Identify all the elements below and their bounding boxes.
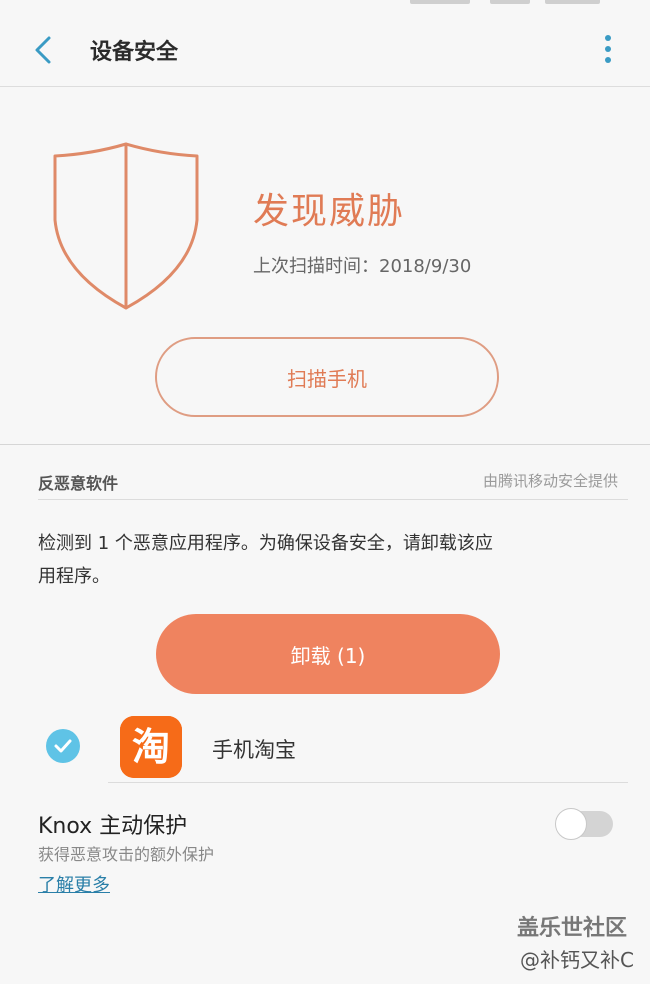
scan-phone-button[interactable]: 扫描手机 — [155, 337, 499, 417]
page-title: 设备安全 — [90, 40, 179, 65]
security-status-panel: 发现威胁 上次扫描时间：2018/9/30 扫描手机 — [0, 87, 650, 444]
divider — [0, 444, 650, 445]
taobao-app-icon: 淘 — [120, 716, 182, 778]
learn-more-link[interactable]: 了解更多 — [38, 871, 110, 897]
watermark-brand: 盖乐世社区 — [517, 916, 628, 941]
chevron-left-icon — [35, 36, 51, 64]
threat-status-title: 发现威胁 — [253, 191, 406, 232]
knox-protection-title: Knox 主动保护 — [38, 814, 188, 839]
last-scan-time: 上次扫描时间：2018/9/30 — [253, 256, 472, 277]
divider — [38, 499, 628, 500]
divider — [108, 782, 628, 783]
more-options-button[interactable] — [598, 32, 618, 68]
more-vertical-icon — [605, 35, 611, 63]
knox-protection-toggle[interactable] — [555, 808, 613, 840]
status-bar — [0, 0, 650, 10]
uninstall-button[interactable]: 卸载 (1) — [156, 614, 500, 694]
taobao-logo-glyph: 淘 — [132, 725, 170, 769]
back-button[interactable] — [26, 32, 62, 68]
toggle-knob — [555, 808, 587, 840]
app-select-checkbox[interactable] — [46, 729, 80, 763]
malware-description: 检测到 1 个恶意应用程序。为确保设备安全，请卸载该应用程序。 — [38, 533, 493, 587]
knox-protection-subtitle: 获得恶意攻击的额外保护 — [38, 845, 215, 864]
shield-icon — [53, 142, 199, 310]
watermark-user: @补钙又补C — [520, 948, 634, 972]
section-title-antimalware: 反恶意软件 — [38, 474, 119, 493]
checkmark-icon — [54, 739, 72, 753]
app-bar: 设备安全 — [0, 10, 650, 87]
app-name: 手机淘宝 — [212, 738, 296, 762]
list-item[interactable]: 淘 手机淘宝 — [0, 708, 650, 784]
provider-label: 由腾讯移动安全提供 — [482, 472, 618, 490]
